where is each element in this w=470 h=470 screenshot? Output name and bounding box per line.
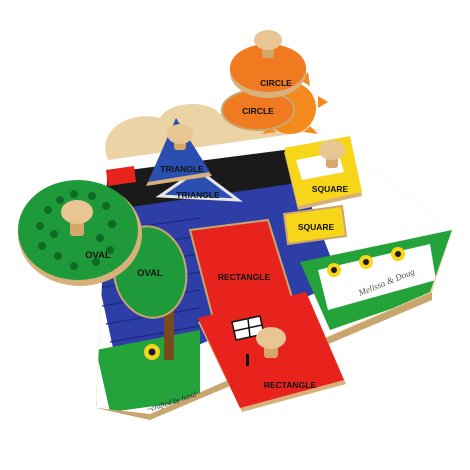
puzzle-scene: CIRCLE TRIANGLE SQUARE OVAL RECTANGLE CI… (18, 30, 452, 420)
svg-text:SQUARE: SQUARE (298, 222, 335, 232)
svg-text:SQUARE: SQUARE (312, 184, 349, 194)
svg-text:RECTANGLE: RECTANGLE (264, 380, 317, 390)
circle-piece[interactable]: CIRCLE (230, 30, 306, 98)
svg-text:CIRCLE: CIRCLE (242, 106, 274, 116)
svg-text:OVAL: OVAL (85, 250, 111, 261)
svg-text:TRIANGLE: TRIANGLE (176, 190, 220, 200)
flower-left (144, 344, 160, 360)
svg-text:RECTANGLE: RECTANGLE (218, 272, 271, 282)
svg-text:OVAL: OVAL (137, 268, 163, 279)
svg-text:CIRCLE: CIRCLE (260, 78, 292, 88)
svg-text:TRIANGLE: TRIANGLE (160, 164, 204, 174)
